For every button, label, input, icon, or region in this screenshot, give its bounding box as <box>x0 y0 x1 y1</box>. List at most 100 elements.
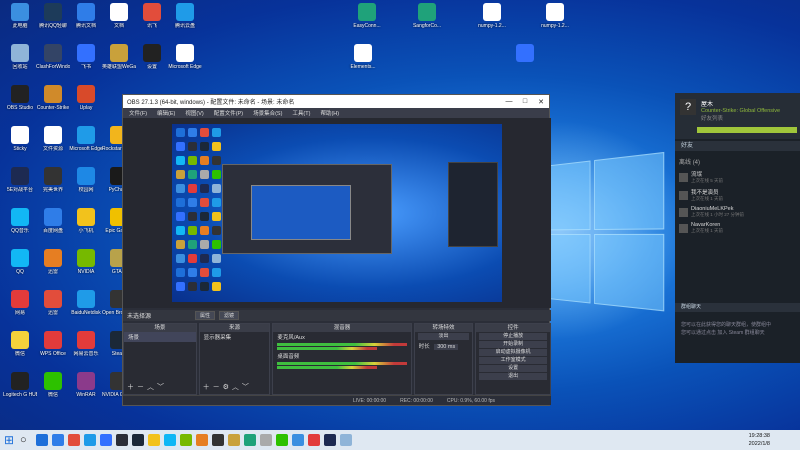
start-recording-button[interactable]: 开始录制 <box>479 341 547 348</box>
desktop-icon[interactable]: 讯飞 <box>135 3 169 29</box>
obs-preview[interactable] <box>123 118 551 308</box>
desktop-icon[interactable]: 英雄联盟WeGame版 <box>102 44 136 70</box>
settings-button[interactable]: 设置 <box>479 365 547 372</box>
desktop-icon[interactable]: QQ <box>3 249 37 275</box>
properties-button[interactable]: 属性 <box>195 311 216 320</box>
taskbar-app-icon[interactable] <box>244 434 256 446</box>
desktop-icon[interactable]: 回收站 <box>3 44 37 70</box>
studio-mode-button[interactable]: 工作室模式 <box>479 357 547 364</box>
desktop-icon[interactable]: 完美世界 <box>36 167 70 193</box>
desktop-icon[interactable]: 5E对战平台 <box>3 167 37 193</box>
steam-friends-window[interactable]: ? 屋木 Counter-Strike: Global Offensive 好友… <box>675 93 800 363</box>
close-button[interactable]: ✕ <box>533 98 549 106</box>
taskbar-app-icon[interactable] <box>308 434 320 446</box>
maximize-button[interactable]: □ <box>517 98 533 105</box>
desktop-icon[interactable]: NVIDIA <box>69 249 103 275</box>
desktop-icon[interactable]: 微信 <box>36 372 70 398</box>
scene-item[interactable]: 场景 <box>124 332 196 342</box>
obs-titlebar[interactable]: OBS 27.1.3 (64-bit, windows) - 配置文件: 未命名… <box>123 95 549 108</box>
desktop-icon[interactable]: 文件资源 <box>36 126 70 152</box>
desktop-icon[interactable]: BaiduNetdisk <box>69 290 103 316</box>
friend-row[interactable]: 流氓 上次在线 5 天前 <box>675 168 800 186</box>
desktop-icon[interactable]: 腾讯云盘 <box>168 3 202 29</box>
taskbar-app-icon[interactable] <box>68 434 80 446</box>
friends-tab[interactable]: 好友 <box>675 141 800 151</box>
taskbar-app-icon[interactable] <box>52 434 64 446</box>
group-chat-header[interactable]: 群组聊天 <box>675 303 800 312</box>
desktop-icon[interactable]: 百度网盘 <box>36 208 70 234</box>
taskbar-app-icon[interactable] <box>36 434 48 446</box>
taskbar-app-icon[interactable] <box>340 434 352 446</box>
desktop-icon[interactable]: Counter-Strike <box>36 85 70 111</box>
system-clock[interactable]: 19:28:38 2022/1/8 <box>749 432 770 448</box>
desktop-icon[interactable]: Logitech G HUB <box>3 372 37 398</box>
taskbar-app-icon[interactable] <box>196 434 208 446</box>
menu-view[interactable]: 视图(V) <box>185 109 203 117</box>
desktop-icon[interactable]: Uplay <box>69 85 103 111</box>
taskbar-app-icon[interactable] <box>324 434 336 446</box>
taskbar-app-icon[interactable] <box>260 434 272 446</box>
transition-select[interactable]: 淡出 <box>417 333 470 340</box>
friend-row[interactable]: NavarKoren 上次在线 1 天前 <box>675 220 800 236</box>
menu-scene-collection[interactable]: 场景集合(S) <box>253 109 282 117</box>
desktop-icon[interactable]: Elements... <box>346 44 380 70</box>
desktop-icon[interactable]: numpy-1.2... <box>475 3 509 29</box>
friend-row[interactable]: DiaoniuMeLKPek 上次在线 1 小时 27 分钟前 <box>675 204 800 220</box>
menu-help[interactable]: 帮助(H) <box>320 109 339 117</box>
source-controls[interactable]: ＋－⚙︿﹀ <box>203 382 252 392</box>
desktop-icon[interactable]: 腾讯文档 <box>69 3 103 29</box>
desktop-icon[interactable]: 腾讯QQ轻聊 <box>36 3 70 29</box>
steam-profile-header[interactable]: ? 屋木 Counter-Strike: Global Offensive 好友… <box>675 93 800 139</box>
source-item[interactable]: 显示器采集 <box>200 332 270 342</box>
taskbar-app-icon[interactable] <box>180 434 192 446</box>
desktop-icon[interactable]: 迅雷 <box>36 290 70 316</box>
taskbar-app-icon[interactable] <box>84 434 96 446</box>
desktop-icon[interactable]: 微信 <box>3 331 37 357</box>
desktop-icon[interactable]: 此电脑 <box>3 3 37 29</box>
desktop-icon[interactable]: 网易云音乐 <box>69 331 103 357</box>
taskbar-app-icon[interactable] <box>148 434 160 446</box>
desktop-icon[interactable]: SangforCo... <box>410 3 444 29</box>
desktop-volume-slider[interactable] <box>277 366 378 369</box>
desktop-icon[interactable]: OBS Studio <box>3 85 37 111</box>
mic-volume-slider[interactable] <box>277 347 378 350</box>
desktop-icon[interactable]: 飞书 <box>69 44 103 70</box>
desktop-icon[interactable]: WinRAR <box>69 372 103 398</box>
desktop-icon[interactable] <box>508 44 542 64</box>
taskbar-app-icon[interactable] <box>228 434 240 446</box>
filters-button[interactable]: 滤镜 <box>219 311 240 320</box>
taskbar-app-icon[interactable] <box>292 434 304 446</box>
minimize-button[interactable]: — <box>501 98 517 105</box>
desktop-icon[interactable]: 迅雷 <box>36 249 70 275</box>
taskbar-app-icon[interactable] <box>116 434 128 446</box>
desktop-icon[interactable]: 设置 <box>135 44 169 70</box>
stop-stream-button[interactable]: 停止播放 <box>479 333 547 340</box>
desktop-icon[interactable]: QQ音乐 <box>3 208 37 234</box>
taskbar-app-icon[interactable] <box>212 434 224 446</box>
desktop-icon[interactable]: WPS Office <box>36 331 70 357</box>
desktop-icon[interactable]: Microsoft Edge <box>69 126 103 152</box>
desktop-icon[interactable]: 网易 <box>3 290 37 316</box>
desktop-icon[interactable]: 校园网 <box>69 167 103 193</box>
taskbar-app-icon[interactable] <box>132 434 144 446</box>
scene-controls[interactable]: ＋－︿﹀ <box>127 382 167 392</box>
desktop-icon[interactable]: numpy-1.2... <box>538 3 572 29</box>
desktop-icon[interactable]: EasyConn... <box>350 3 384 29</box>
avatar[interactable]: ? <box>680 99 696 115</box>
menu-profile[interactable]: 配置文件(P) <box>214 109 243 117</box>
obs-window[interactable]: OBS 27.1.3 (64-bit, windows) - 配置文件: 未命名… <box>122 94 551 406</box>
menu-file[interactable]: 文件(F) <box>129 109 147 117</box>
desktop-icon[interactable]: Microsoft Edge <box>168 44 202 70</box>
desktop-icon[interactable]: Sticky <box>3 126 37 152</box>
taskbar-app-icon[interactable] <box>276 434 288 446</box>
desktop-icon[interactable]: 文档 <box>102 3 136 29</box>
menu-tools[interactable]: 工具(T) <box>292 109 310 117</box>
taskbar-app-icon[interactable] <box>164 434 176 446</box>
offline-section[interactable]: 离线 (4) <box>675 151 800 168</box>
search-icon[interactable]: ○ <box>20 434 32 446</box>
menu-edit[interactable]: 编辑(E) <box>157 109 175 117</box>
virtual-camera-button[interactable]: 启动虚拟摄像机 <box>479 349 547 356</box>
desktop-icon[interactable]: ClashForWindows <box>36 44 70 70</box>
friend-row[interactable]: 我不是演员 上次在线 1 天前 <box>675 186 800 204</box>
taskbar-app-icon[interactable] <box>100 434 112 446</box>
